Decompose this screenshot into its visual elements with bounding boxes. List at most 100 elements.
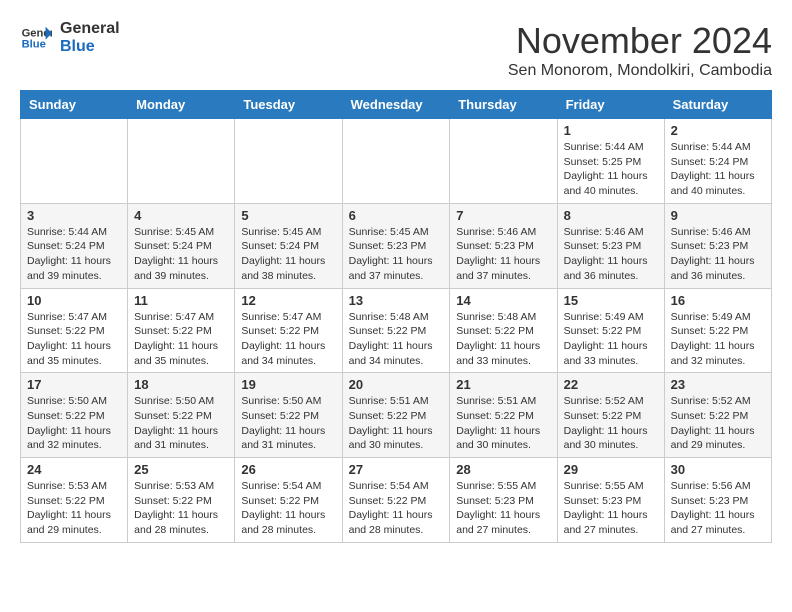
calendar-cell: 20 Sunrise: 5:51 AM Sunset: 5:22 PM Dayli… bbox=[342, 373, 450, 458]
day-info: Sunrise: 5:45 AM Sunset: 5:24 PM Dayligh… bbox=[241, 225, 335, 284]
day-number: 28 bbox=[456, 462, 550, 477]
logo-blue: Blue bbox=[60, 38, 120, 56]
calendar-cell: 17 Sunrise: 5:50 AM Sunset: 5:22 PM Dayli… bbox=[21, 373, 128, 458]
day-info: Sunrise: 5:45 AM Sunset: 5:24 PM Dayligh… bbox=[134, 225, 228, 284]
day-number: 19 bbox=[241, 377, 335, 392]
calendar-cell bbox=[450, 119, 557, 204]
day-info: Sunrise: 5:51 AM Sunset: 5:22 PM Dayligh… bbox=[349, 394, 444, 453]
day-info: Sunrise: 5:48 AM Sunset: 5:22 PM Dayligh… bbox=[456, 310, 550, 369]
day-info: Sunrise: 5:51 AM Sunset: 5:22 PM Dayligh… bbox=[456, 394, 550, 453]
day-number: 25 bbox=[134, 462, 228, 477]
day-number: 27 bbox=[349, 462, 444, 477]
calendar-cell: 3Sunrise: 5:44 AM Sunset: 5:24 PM Daylig… bbox=[21, 203, 128, 288]
day-info: Sunrise: 5:53 AM Sunset: 5:22 PM Dayligh… bbox=[27, 479, 121, 538]
calendar-cell: 8 Sunrise: 5:46 AM Sunset: 5:23 PM Daylig… bbox=[557, 203, 664, 288]
calendar-week-row: 10 Sunrise: 5:47 AM Sunset: 5:22 PM Dayli… bbox=[21, 288, 772, 373]
day-number: 2 bbox=[671, 123, 765, 138]
calendar-cell bbox=[21, 119, 128, 204]
weekday-header-sunday: Sunday bbox=[21, 91, 128, 119]
day-number: 20 bbox=[349, 377, 444, 392]
day-info: Sunrise: 5:49 AM Sunset: 5:22 PM Dayligh… bbox=[564, 310, 658, 369]
day-info: Sunrise: 5:54 AM Sunset: 5:22 PM Dayligh… bbox=[349, 479, 444, 538]
day-info: Sunrise: 5:46 AM Sunset: 5:23 PM Dayligh… bbox=[564, 225, 658, 284]
day-number: 16 bbox=[671, 293, 765, 308]
calendar-week-row: 3Sunrise: 5:44 AM Sunset: 5:24 PM Daylig… bbox=[21, 203, 772, 288]
calendar-cell bbox=[128, 119, 235, 204]
day-info: Sunrise: 5:46 AM Sunset: 5:23 PM Dayligh… bbox=[456, 225, 550, 284]
day-number: 6 bbox=[349, 208, 444, 223]
calendar-cell: 26 Sunrise: 5:54 AM Sunset: 5:22 PM Dayli… bbox=[235, 458, 342, 543]
calendar-cell: 19 Sunrise: 5:50 AM Sunset: 5:22 PM Dayli… bbox=[235, 373, 342, 458]
day-number: 10 bbox=[27, 293, 121, 308]
day-number: 7 bbox=[456, 208, 550, 223]
day-number: 15 bbox=[564, 293, 658, 308]
day-info: Sunrise: 5:52 AM Sunset: 5:22 PM Dayligh… bbox=[671, 394, 765, 453]
calendar-cell: 23 Sunrise: 5:52 AM Sunset: 5:22 PM Dayli… bbox=[664, 373, 771, 458]
calendar-cell: 14 Sunrise: 5:48 AM Sunset: 5:22 PM Dayli… bbox=[450, 288, 557, 373]
calendar-cell: 11 Sunrise: 5:47 AM Sunset: 5:22 PM Dayli… bbox=[128, 288, 235, 373]
day-info: Sunrise: 5:55 AM Sunset: 5:23 PM Dayligh… bbox=[456, 479, 550, 538]
calendar-cell: 15 Sunrise: 5:49 AM Sunset: 5:22 PM Dayli… bbox=[557, 288, 664, 373]
calendar-cell: 12 Sunrise: 5:47 AM Sunset: 5:22 PM Dayli… bbox=[235, 288, 342, 373]
day-number: 26 bbox=[241, 462, 335, 477]
day-info: Sunrise: 5:54 AM Sunset: 5:22 PM Dayligh… bbox=[241, 479, 335, 538]
calendar-cell bbox=[235, 119, 342, 204]
calendar-cell: 1 Sunrise: 5:44 AM Sunset: 5:25 PM Daylig… bbox=[557, 119, 664, 204]
day-info: Sunrise: 5:50 AM Sunset: 5:22 PM Dayligh… bbox=[241, 394, 335, 453]
title-block: November 2024 Sen Monorom, Mondolkiri, C… bbox=[508, 20, 772, 80]
calendar-cell: 4 Sunrise: 5:45 AM Sunset: 5:24 PM Daylig… bbox=[128, 203, 235, 288]
calendar-cell: 29Sunrise: 5:55 AM Sunset: 5:23 PM Dayli… bbox=[557, 458, 664, 543]
calendar-table: SundayMondayTuesdayWednesdayThursdayFrid… bbox=[20, 90, 772, 543]
weekday-header-monday: Monday bbox=[128, 91, 235, 119]
day-info: Sunrise: 5:56 AM Sunset: 5:23 PM Dayligh… bbox=[671, 479, 765, 538]
weekday-header-saturday: Saturday bbox=[664, 91, 771, 119]
calendar-week-row: 17 Sunrise: 5:50 AM Sunset: 5:22 PM Dayli… bbox=[21, 373, 772, 458]
day-info: Sunrise: 5:47 AM Sunset: 5:22 PM Dayligh… bbox=[134, 310, 228, 369]
day-info: Sunrise: 5:47 AM Sunset: 5:22 PM Dayligh… bbox=[27, 310, 121, 369]
calendar-cell: 21 Sunrise: 5:51 AM Sunset: 5:22 PM Dayli… bbox=[450, 373, 557, 458]
day-number: 30 bbox=[671, 462, 765, 477]
logo: General Blue General Blue bbox=[20, 20, 120, 55]
calendar-week-row: 1 Sunrise: 5:44 AM Sunset: 5:25 PM Daylig… bbox=[21, 119, 772, 204]
day-info: Sunrise: 5:44 AM Sunset: 5:24 PM Dayligh… bbox=[27, 225, 121, 284]
calendar-cell: 30 Sunrise: 5:56 AM Sunset: 5:23 PM Dayli… bbox=[664, 458, 771, 543]
location-subtitle: Sen Monorom, Mondolkiri, Cambodia bbox=[508, 62, 772, 80]
day-number: 11 bbox=[134, 293, 228, 308]
day-info: Sunrise: 5:52 AM Sunset: 5:22 PM Dayligh… bbox=[564, 394, 658, 453]
logo-general: General bbox=[60, 20, 120, 38]
calendar-week-row: 24 Sunrise: 5:53 AM Sunset: 5:22 PM Dayli… bbox=[21, 458, 772, 543]
day-info: Sunrise: 5:50 AM Sunset: 5:22 PM Dayligh… bbox=[134, 394, 228, 453]
day-number: 14 bbox=[456, 293, 550, 308]
day-info: Sunrise: 5:49 AM Sunset: 5:22 PM Dayligh… bbox=[671, 310, 765, 369]
svg-text:Blue: Blue bbox=[22, 38, 46, 50]
calendar-cell: 18Sunrise: 5:50 AM Sunset: 5:22 PM Dayli… bbox=[128, 373, 235, 458]
calendar-cell: 28 Sunrise: 5:55 AM Sunset: 5:23 PM Dayli… bbox=[450, 458, 557, 543]
weekday-header-tuesday: Tuesday bbox=[235, 91, 342, 119]
calendar-cell: 16 Sunrise: 5:49 AM Sunset: 5:22 PM Dayli… bbox=[664, 288, 771, 373]
day-info: Sunrise: 5:46 AM Sunset: 5:23 PM Dayligh… bbox=[671, 225, 765, 284]
calendar-cell: 25Sunrise: 5:53 AM Sunset: 5:22 PM Dayli… bbox=[128, 458, 235, 543]
day-number: 9 bbox=[671, 208, 765, 223]
day-number: 29 bbox=[564, 462, 658, 477]
day-number: 4 bbox=[134, 208, 228, 223]
day-info: Sunrise: 5:44 AM Sunset: 5:24 PM Dayligh… bbox=[671, 140, 765, 199]
day-info: Sunrise: 5:45 AM Sunset: 5:23 PM Dayligh… bbox=[349, 225, 444, 284]
calendar-cell: 9 Sunrise: 5:46 AM Sunset: 5:23 PM Daylig… bbox=[664, 203, 771, 288]
day-info: Sunrise: 5:47 AM Sunset: 5:22 PM Dayligh… bbox=[241, 310, 335, 369]
month-title: November 2024 bbox=[508, 20, 772, 62]
calendar-header-row: SundayMondayTuesdayWednesdayThursdayFrid… bbox=[21, 91, 772, 119]
day-number: 1 bbox=[564, 123, 658, 138]
calendar-cell: 5Sunrise: 5:45 AM Sunset: 5:24 PM Daylig… bbox=[235, 203, 342, 288]
day-number: 13 bbox=[349, 293, 444, 308]
day-info: Sunrise: 5:50 AM Sunset: 5:22 PM Dayligh… bbox=[27, 394, 121, 453]
day-info: Sunrise: 5:44 AM Sunset: 5:25 PM Dayligh… bbox=[564, 140, 658, 199]
day-number: 12 bbox=[241, 293, 335, 308]
weekday-header-thursday: Thursday bbox=[450, 91, 557, 119]
day-number: 8 bbox=[564, 208, 658, 223]
calendar-cell bbox=[342, 119, 450, 204]
day-number: 24 bbox=[27, 462, 121, 477]
weekday-header-friday: Friday bbox=[557, 91, 664, 119]
day-number: 17 bbox=[27, 377, 121, 392]
day-number: 21 bbox=[456, 377, 550, 392]
day-number: 23 bbox=[671, 377, 765, 392]
